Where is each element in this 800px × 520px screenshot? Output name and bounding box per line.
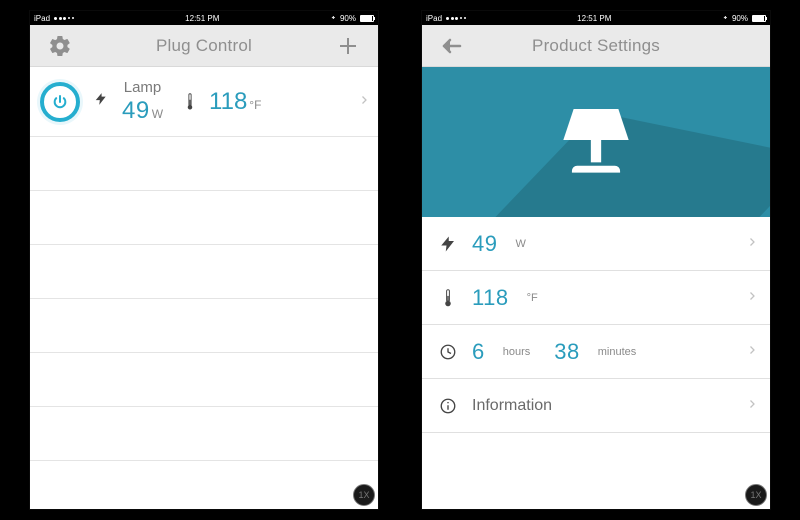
row-temperature[interactable]: 118 °F: [422, 271, 770, 325]
watts-value: 49: [472, 231, 497, 257]
clock-icon: [438, 343, 458, 361]
chevron-right-icon: [746, 289, 758, 307]
watts-unit: W: [515, 238, 525, 250]
device-product-settings: iPad 12:51 PM ᛭ 90% Product Settings 49 …: [422, 11, 770, 509]
back-arrow-icon: [440, 34, 464, 58]
empty-row: [30, 353, 378, 407]
chevron-right-icon: [746, 343, 758, 361]
status-bar: iPad 12:51 PM ᛭ 90%: [422, 11, 770, 25]
bolt-icon: [94, 92, 108, 111]
temp-value: 118: [472, 285, 509, 311]
hours-value: 6: [472, 339, 485, 365]
clock-label: 12:51 PM: [74, 14, 331, 23]
page-title: Plug Control: [76, 36, 332, 56]
settings-button[interactable]: [44, 34, 76, 58]
carrier-label: iPad: [426, 14, 442, 23]
power-toggle[interactable]: [40, 82, 80, 122]
gear-icon: [48, 34, 72, 58]
chevron-right-icon: [358, 93, 370, 111]
info-label: Information: [472, 397, 552, 415]
bolt-icon: [438, 235, 458, 253]
thermometer-icon: [185, 93, 195, 111]
temp-unit: °F: [249, 98, 261, 112]
minutes-value: 38: [554, 339, 579, 365]
empty-row: [30, 191, 378, 245]
page-title: Product Settings: [468, 36, 724, 56]
row-uptime[interactable]: 6 hours 38 minutes: [422, 325, 770, 379]
minutes-unit: minutes: [598, 346, 637, 358]
device-plug-control: iPad 12:51 PM ᛭ 90% Plug Control Lamp: [30, 11, 378, 509]
back-button[interactable]: [436, 34, 468, 58]
nav-bar: Plug Control: [30, 25, 378, 67]
battery-icon: [752, 15, 766, 22]
watts-unit: W: [152, 107, 163, 121]
temp-unit: °F: [527, 292, 538, 304]
carrier-label: iPad: [34, 14, 50, 23]
scale-badge: 1X: [745, 484, 767, 506]
signal-strength-icon: [446, 17, 466, 20]
empty-row: [30, 299, 378, 353]
chevron-right-icon: [746, 235, 758, 253]
empty-row: [30, 137, 378, 191]
hours-unit: hours: [503, 346, 531, 358]
lamp-icon: [553, 97, 639, 188]
product-hero: [422, 67, 770, 217]
device-row-lamp[interactable]: Lamp 49W 118°F: [30, 67, 378, 137]
info-icon: [438, 397, 458, 415]
temp-value: 118: [209, 88, 247, 115]
power-icon: [52, 94, 68, 110]
empty-row: [30, 245, 378, 299]
battery-icon: [360, 15, 374, 22]
battery-pct-label: 90%: [340, 14, 356, 23]
signal-strength-icon: [54, 17, 74, 20]
scale-badge: 1X: [353, 484, 375, 506]
bluetooth-icon: ᛭: [331, 14, 336, 23]
device-name-label: Lamp: [124, 79, 162, 96]
plus-icon: [336, 34, 360, 58]
battery-pct-label: 90%: [732, 14, 748, 23]
device-watts-block: Lamp 49W: [122, 79, 163, 125]
device-list: Lamp 49W 118°F: [30, 67, 378, 461]
clock-label: 12:51 PM: [466, 14, 723, 23]
row-information[interactable]: Information: [422, 379, 770, 433]
bluetooth-icon: ᛭: [723, 14, 728, 23]
chevron-right-icon: [746, 397, 758, 415]
add-button[interactable]: [332, 34, 364, 58]
watts-value: 49: [122, 97, 150, 124]
status-bar: iPad 12:51 PM ᛭ 90%: [30, 11, 378, 25]
row-power[interactable]: 49 W: [422, 217, 770, 271]
thermometer-icon: [438, 289, 458, 307]
nav-bar: Product Settings: [422, 25, 770, 67]
empty-row: [30, 407, 378, 461]
